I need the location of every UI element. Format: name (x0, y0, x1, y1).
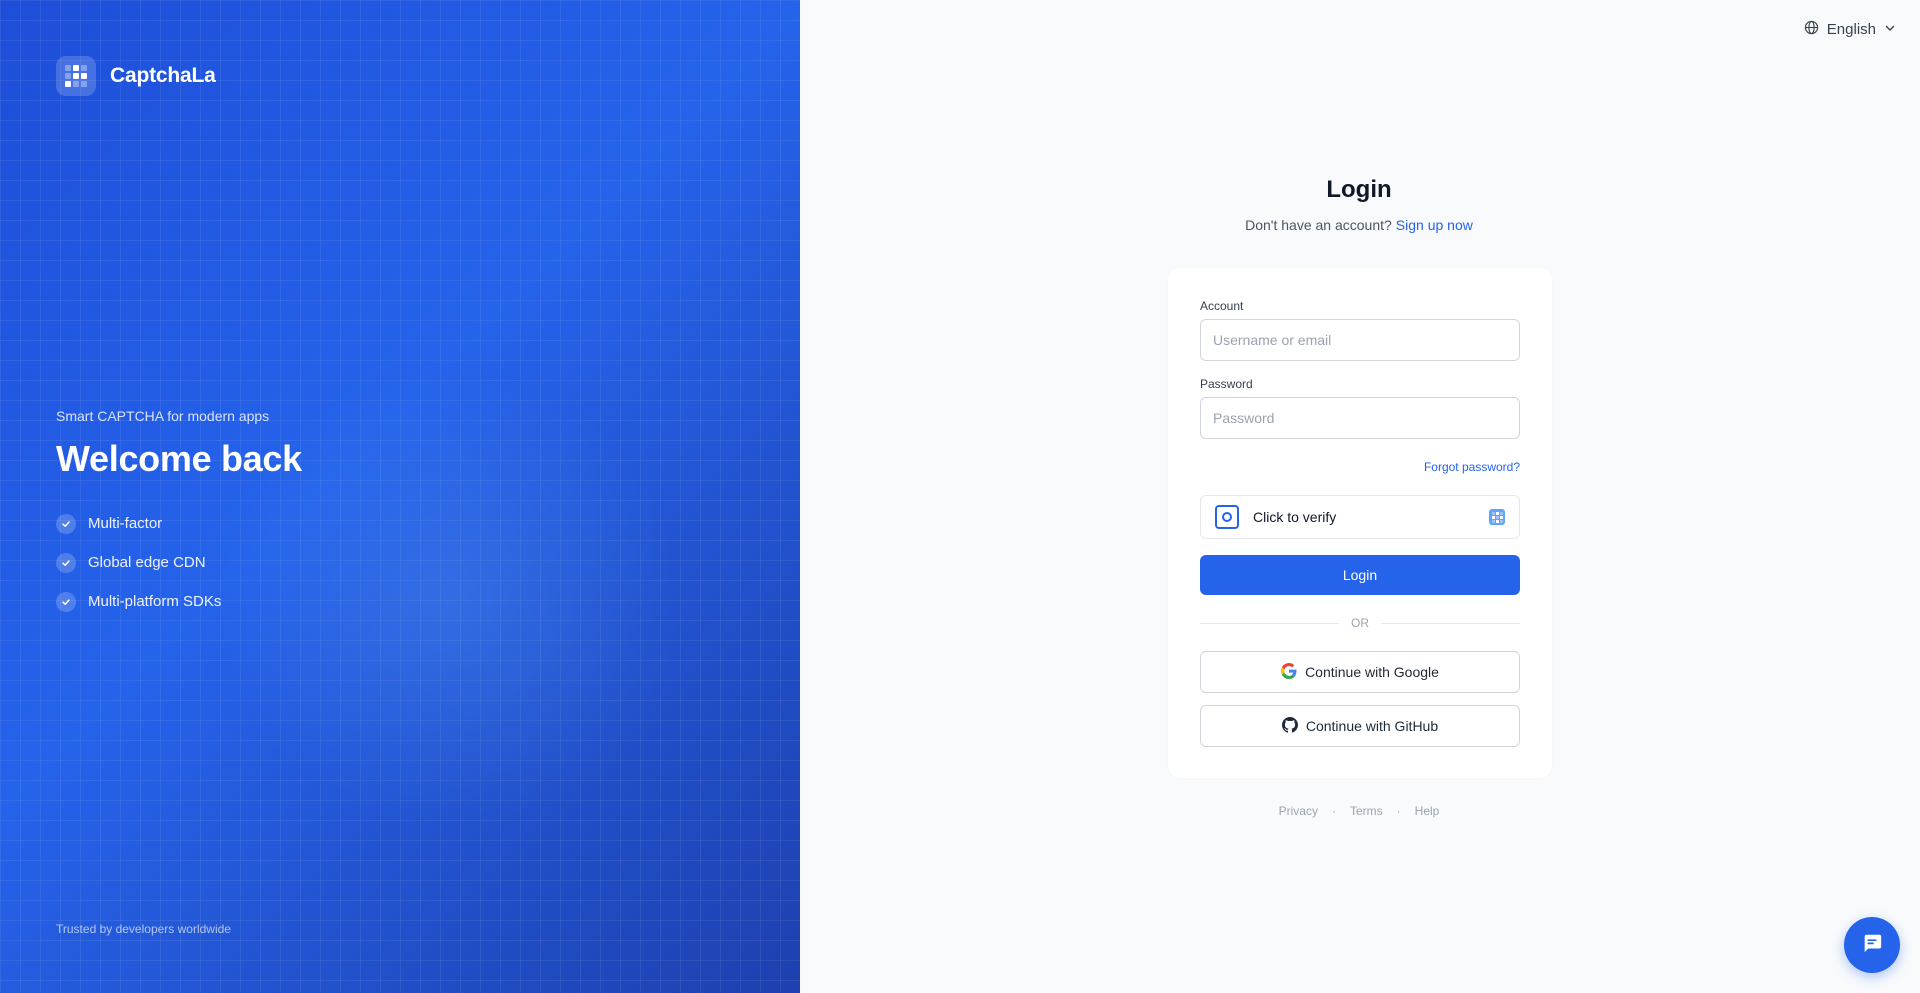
signup-prompt-text: Don't have an account? (1245, 217, 1392, 233)
brand[interactable]: CaptchaLa (56, 56, 216, 96)
signup-prompt: Don't have an account? Sign up now (1159, 217, 1559, 233)
feature-item: Multi-platform SDKs (56, 582, 302, 621)
github-button-label: Continue with GitHub (1305, 718, 1439, 734)
check-icon (56, 513, 76, 534)
hero-panel: CaptchaLa Smart CAPTCHA for modern apps … (0, 0, 800, 993)
chat-bubble-icon (1861, 932, 1883, 959)
github-signin-button[interactable]: Continue with GitHub (1200, 705, 1520, 747)
terms-link[interactable]: Terms (1350, 804, 1383, 818)
divider-line (1200, 622, 1339, 624)
login-button[interactable]: Login (1200, 555, 1520, 595)
divider-line (1381, 622, 1520, 624)
chevron-down-icon (1884, 21, 1896, 38)
google-signin-button[interactable]: Continue with Google (1200, 651, 1520, 693)
captcha-logo-icon (1489, 509, 1505, 525)
hero-tagline: Smart CAPTCHA for modern apps (56, 408, 270, 424)
check-icon (56, 591, 76, 612)
captcha-verify-widget[interactable]: Click to verify (1200, 495, 1520, 539)
google-icon (1281, 662, 1297, 682)
account-label: Account (1200, 299, 1244, 313)
feature-item: Global edge CDN (56, 543, 302, 582)
hero-copy: Smart CAPTCHA for modern apps Welcome ba… (56, 408, 302, 621)
forgot-password-link[interactable]: Forgot password? (1424, 460, 1520, 474)
verify-label: Click to verify (1253, 509, 1337, 525)
footer-separator: · (1396, 804, 1401, 818)
feature-label: Global edge CDN (88, 554, 206, 571)
globe-icon (1804, 20, 1819, 39)
feature-label: Multi-factor (88, 515, 163, 532)
password-input[interactable] (1200, 397, 1520, 439)
grid-logo-icon (56, 56, 96, 96)
trusted-text: Trusted by developers worldwide (56, 922, 231, 936)
feature-label: Multi-platform SDKs (88, 593, 222, 610)
chat-button[interactable] (1844, 917, 1900, 973)
help-link[interactable]: Help (1415, 804, 1440, 818)
language-selector[interactable]: English (1804, 20, 1896, 39)
hero-headline: Welcome back (56, 438, 302, 479)
account-input[interactable] (1200, 319, 1520, 361)
feature-item: Multi-factor (56, 504, 302, 543)
page-title: Login (1326, 176, 1392, 203)
login-card: Account Password Forgot password? Click … (1168, 268, 1552, 778)
verify-checkbox-icon (1215, 505, 1239, 529)
or-divider: OR (1200, 616, 1520, 630)
signup-link[interactable]: Sign up now (1396, 217, 1473, 233)
check-icon (56, 552, 76, 573)
password-label: Password (1200, 377, 1253, 391)
language-label: English (1826, 21, 1876, 38)
brand-name: CaptchaLa (110, 64, 216, 87)
divider-label: OR (1351, 616, 1369, 630)
footer-separator: · (1331, 804, 1336, 818)
github-icon (1281, 716, 1298, 736)
footer-links: Privacy · Terms · Help (1159, 804, 1559, 818)
google-button-label: Continue with Google (1305, 664, 1439, 680)
feature-list: Multi-factor Global edge CDN Multi-platf… (56, 504, 302, 621)
privacy-link[interactable]: Privacy (1279, 804, 1318, 818)
